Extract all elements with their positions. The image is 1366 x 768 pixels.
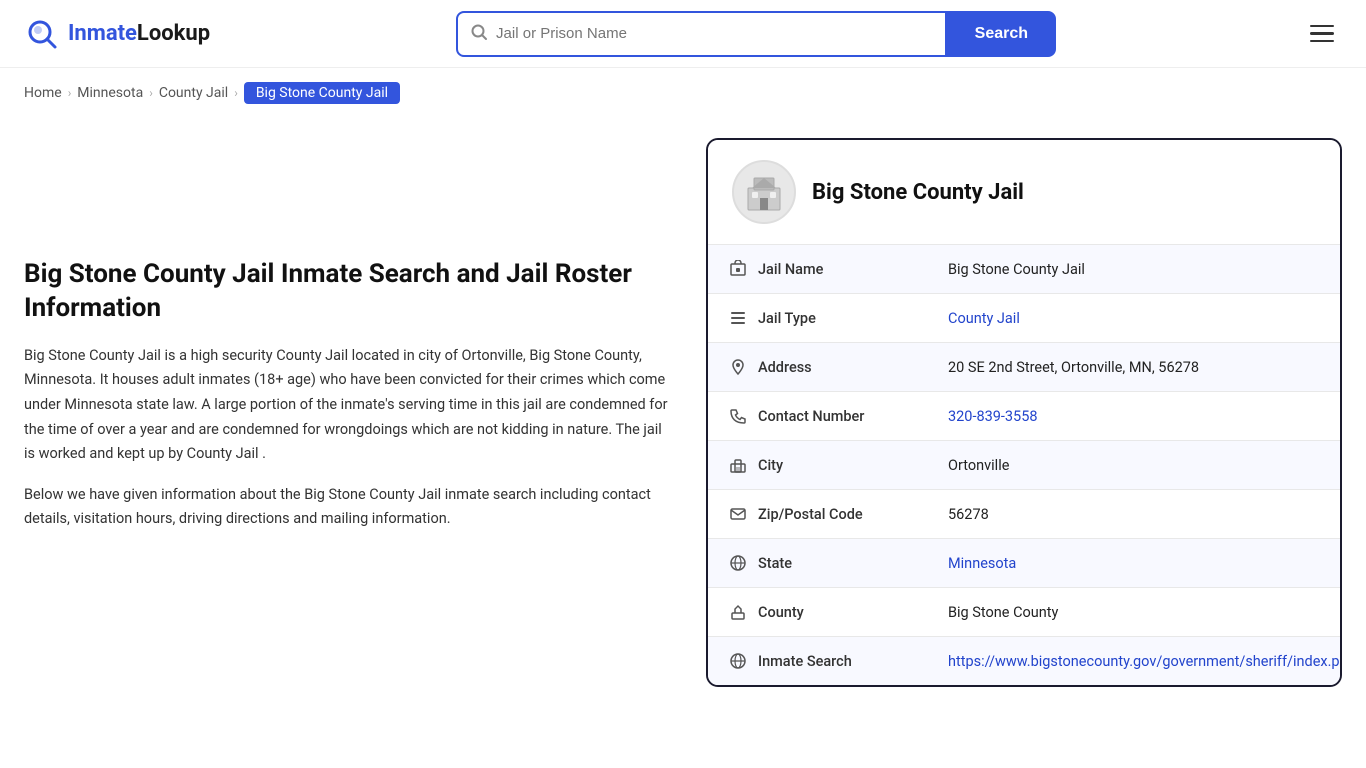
location-icon bbox=[728, 357, 748, 377]
table-row: State Minnesota bbox=[708, 539, 1342, 588]
logo-text: InmateLookup bbox=[68, 21, 210, 46]
mail-icon bbox=[728, 504, 748, 524]
logo-icon bbox=[24, 16, 60, 52]
main-layout: Big Stone County Jail Inmate Search and … bbox=[0, 118, 1366, 727]
search-input[interactable] bbox=[496, 25, 933, 42]
inmate-search-link[interactable]: https://www.bigstonecounty.gov/governmen… bbox=[948, 653, 1342, 670]
search-button[interactable]: Search bbox=[947, 11, 1056, 57]
breadcrumb-county-jail[interactable]: County Jail bbox=[159, 85, 228, 101]
jail-info-card: Big Stone County Jail Jail Name Big Ston… bbox=[706, 138, 1342, 687]
table-row: Inmate Search https://www.bigstonecounty… bbox=[708, 637, 1342, 686]
jail-icon bbox=[728, 259, 748, 279]
jail-avatar bbox=[732, 160, 796, 224]
city-icon bbox=[728, 455, 748, 475]
table-row: City Ortonville bbox=[708, 441, 1342, 490]
table-row: Jail Type County Jail bbox=[708, 294, 1342, 343]
header: InmateLookup Search bbox=[0, 0, 1366, 68]
table-row: Jail Name Big Stone County Jail bbox=[708, 245, 1342, 294]
table-row: Contact Number 320-839-3558 bbox=[708, 392, 1342, 441]
phone-icon bbox=[728, 406, 748, 426]
table-row: Zip/Postal Code 56278 bbox=[708, 490, 1342, 539]
card-jail-name: Big Stone County Jail bbox=[812, 180, 1024, 205]
search-area: Search bbox=[456, 11, 1056, 57]
breadcrumb-minnesota[interactable]: Minnesota bbox=[77, 85, 143, 101]
search-icon bbox=[470, 23, 488, 45]
breadcrumb-sep-1: › bbox=[68, 86, 72, 100]
breadcrumb-sep-2: › bbox=[149, 86, 153, 100]
jail-type-link[interactable]: County Jail bbox=[948, 310, 1020, 327]
globe-icon bbox=[728, 553, 748, 573]
contact-number-link[interactable]: 320-839-3558 bbox=[948, 408, 1038, 425]
list-icon bbox=[728, 308, 748, 328]
hamburger-menu[interactable] bbox=[1302, 17, 1342, 51]
card-header: Big Stone County Jail bbox=[708, 140, 1340, 244]
table-row: County Big Stone County bbox=[708, 588, 1342, 637]
page-desc-1: Big Stone County Jail is a high security… bbox=[24, 344, 674, 467]
breadcrumb-sep-3: › bbox=[234, 86, 238, 100]
search-wrapper bbox=[456, 11, 947, 57]
county-icon bbox=[728, 602, 748, 622]
breadcrumb-active: Big Stone County Jail bbox=[244, 82, 400, 104]
page-desc-2: Below we have given information about th… bbox=[24, 483, 674, 532]
info-table: Jail Name Big Stone County Jail Jail Typ… bbox=[708, 244, 1342, 685]
breadcrumb-home[interactable]: Home bbox=[24, 85, 62, 101]
table-row: Address 20 SE 2nd Street, Ortonville, MN… bbox=[708, 343, 1342, 392]
search-globe-icon bbox=[728, 651, 748, 671]
state-link[interactable]: Minnesota bbox=[948, 555, 1016, 572]
page-title: Big Stone County Jail Inmate Search and … bbox=[24, 258, 674, 326]
left-content: Big Stone County Jail Inmate Search and … bbox=[24, 138, 674, 687]
logo[interactable]: InmateLookup bbox=[24, 16, 210, 52]
breadcrumb: Home › Minnesota › County Jail › Big Sto… bbox=[0, 68, 1366, 118]
